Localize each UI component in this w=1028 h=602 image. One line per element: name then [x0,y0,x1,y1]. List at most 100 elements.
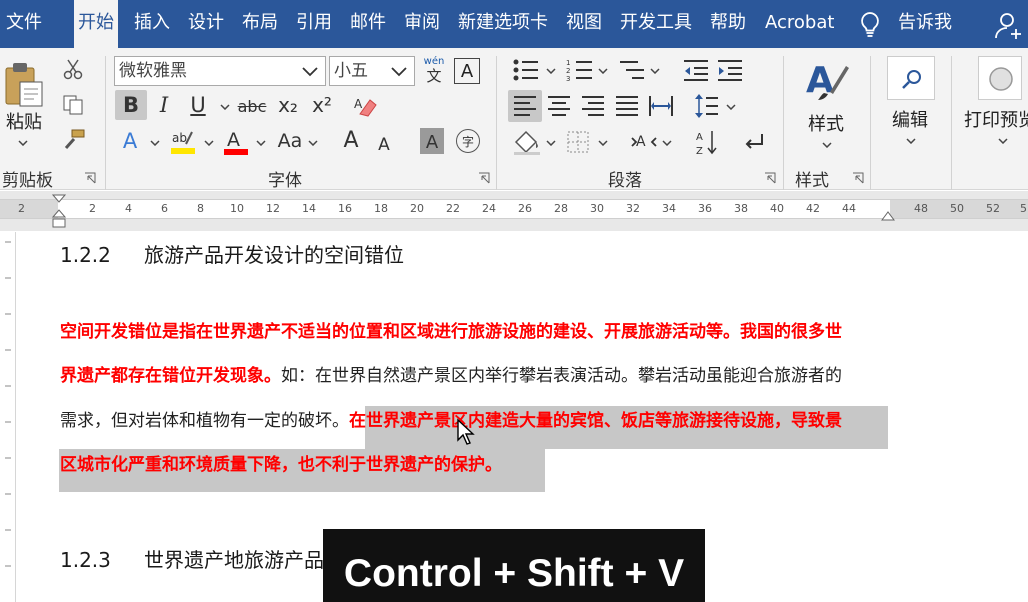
print-preview-button[interactable] [978,56,1022,100]
right-indent-marker-icon[interactable] [881,209,895,221]
paragraph-line[interactable]: 需求，但对岩体和植物有一定的破坏。在世界遗产景区内建造大量的宾馆、饭店等旅游接待… [60,409,842,433]
paragraph-dialog-launcher-icon[interactable] [764,172,776,184]
cut-icon[interactable] [62,58,84,80]
font-dialog-launcher-icon[interactable] [478,172,490,184]
borders-chevron-icon[interactable] [598,140,608,146]
font-size-value: 小五 [334,61,368,81]
tab-view[interactable]: 视图 [566,0,602,48]
strikethrough-button[interactable]: abc [235,92,269,118]
character-shading-button[interactable]: A [420,128,444,154]
keyboard-shortcut-overlay: Control + Shift + V [323,529,705,602]
print-preview-chevron-icon[interactable] [998,138,1008,144]
decrease-indent-icon[interactable] [682,58,710,82]
user-add-icon[interactable] [994,10,1024,40]
shading-chevron-icon[interactable] [546,140,556,146]
tab-developer[interactable]: 开发工具 [620,0,692,48]
font-color-chevron-icon[interactable] [256,140,266,146]
sort-icon[interactable]: A Z [694,128,720,156]
lightbulb-icon[interactable] [856,10,884,38]
paragraph-line[interactable]: 空间开发错位是指在世界遗产不适当的位置和区域进行旅游设施的建设、开展旅游活动等。… [60,320,842,344]
print-preview-icon [989,67,1013,91]
italic-button[interactable]: I [150,90,178,120]
ruler-tick-label: 12 [266,202,280,215]
subscript-button[interactable]: x₂ [274,90,302,120]
tell-me-search[interactable]: 告诉我 [898,0,952,48]
heading-1-2-3[interactable]: 1.2.3 世界遗产地旅游产品 [60,544,324,573]
paste-label[interactable]: 粘贴 [6,108,42,134]
tab-mailings[interactable]: 邮件 [350,0,386,48]
bullets-chevron-icon[interactable] [546,68,556,74]
font-color-icon[interactable]: A [222,128,250,156]
align-center-icon[interactable] [546,94,572,118]
tab-design[interactable]: 设计 [188,0,224,48]
paste-icon[interactable] [4,60,44,108]
paragraph-line-selected[interactable]: 区城市化严重和环境质量下降，也不利于世界遗产的保护。 [60,453,502,477]
show-hide-marks-icon[interactable] [742,130,766,154]
line-spacing-icon[interactable] [694,92,720,120]
ruler-tick-label: 40 [770,202,784,215]
character-border-button[interactable]: A [454,58,480,84]
superscript-button[interactable]: x² [308,90,336,120]
styles-dialog-launcher-icon[interactable] [852,172,864,184]
multilevel-list-icon[interactable] [618,58,646,82]
format-painter-icon[interactable] [62,128,86,150]
tab-home[interactable]: 开始 [74,0,118,48]
horizontal-ruler[interactable]: 2 2 4 6 8 10 12 14 16 18 20 22 24 26 28 … [0,199,1028,219]
chinese-layout-chevron-icon[interactable] [662,140,672,146]
paragraph-line[interactable]: 界遗产都存在错位开发现象。如：在世界自然遗产景区内举行攀岩表演活动。攀岩活动虽能… [60,364,842,388]
editing-label[interactable]: 编辑 [892,106,928,132]
vertical-ruler[interactable] [0,232,16,602]
change-case-chevron-icon[interactable] [308,140,318,146]
shrink-font-button[interactable]: A [372,130,396,158]
font-size-combo[interactable]: 小五 [329,56,415,86]
borders-icon[interactable] [566,130,590,154]
justify-icon[interactable] [614,94,640,118]
tab-insert[interactable]: 插入 [134,0,170,48]
line-spacing-chevron-icon[interactable] [726,104,736,110]
styles-icon[interactable]: A [804,56,850,104]
enclose-characters-button[interactable]: 字 [456,129,480,153]
bold-button[interactable]: B [115,90,147,120]
numbering-chevron-icon[interactable] [598,68,608,74]
align-left-icon [514,96,536,116]
text-effects-button[interactable]: A [116,126,144,156]
styles-chevron-icon[interactable] [822,142,832,148]
font-name-combo[interactable]: 微软雅黑 [114,56,326,86]
align-left-button[interactable] [508,90,542,122]
copy-icon[interactable] [62,94,84,116]
grow-font-button[interactable]: A [338,126,364,156]
align-right-icon[interactable] [580,94,606,118]
tab-new-tab[interactable]: 新建选项卡 [458,0,548,48]
tab-review[interactable]: 审阅 [404,0,440,48]
heading-1-2-2[interactable]: 1.2.2 旅游产品开发设计的空间错位 [60,239,404,268]
highlight-color-icon[interactable]: ab [168,128,198,156]
underline-dropdown-chevron-icon[interactable] [220,104,230,110]
highlight-chevron-icon[interactable] [204,140,214,146]
increase-indent-icon[interactable] [716,58,744,82]
tab-file[interactable]: 文件 [6,0,42,48]
clipboard-dialog-launcher-icon[interactable] [84,172,96,184]
indent-marker-icon[interactable] [52,193,66,231]
tab-references[interactable]: 引用 [296,0,332,48]
phonetic-guide-button[interactable]: wén 文 [421,56,447,86]
bullets-icon[interactable] [512,58,540,82]
distributed-icon[interactable] [648,94,674,118]
chinese-layout-icon[interactable]: A [630,128,658,156]
editing-chevron-icon[interactable] [906,138,916,144]
numbering-icon[interactable]: 123 [566,58,594,82]
tab-layout[interactable]: 布局 [242,0,278,48]
shading-icon[interactable] [512,128,542,156]
tab-acrobat[interactable]: Acrobat [765,0,834,48]
print-preview-label[interactable]: 打印预览 [964,106,1028,132]
tab-help[interactable]: 帮助 [710,0,746,48]
chevron-down-icon[interactable] [301,63,319,79]
paste-dropdown-chevron-icon[interactable] [18,140,28,146]
styles-label[interactable]: 样式 [808,110,844,136]
underline-button[interactable]: U [184,90,212,120]
editing-button[interactable] [887,56,935,100]
multilevel-chevron-icon[interactable] [650,68,660,74]
text-effects-chevron-icon[interactable] [150,140,160,146]
chevron-down-icon[interactable] [390,63,408,79]
clear-formatting-icon[interactable]: A [354,94,380,118]
change-case-button[interactable]: Aa [274,126,306,156]
